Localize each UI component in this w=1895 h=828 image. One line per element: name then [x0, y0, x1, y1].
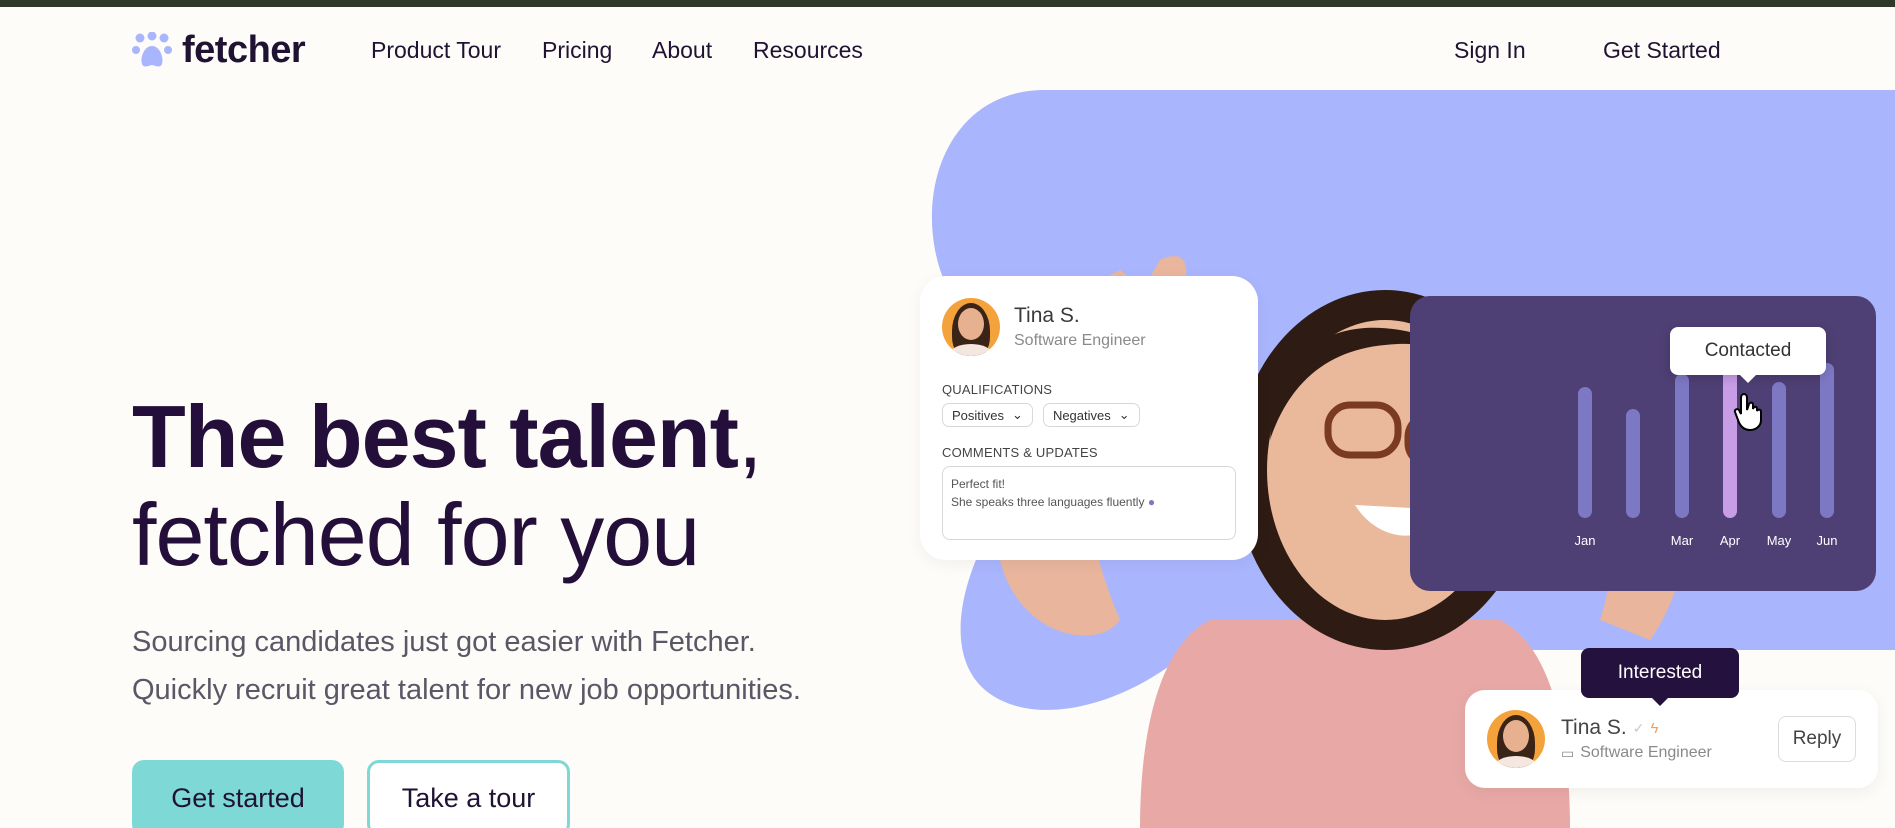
top-accent-bar	[0, 0, 1895, 7]
comments-label: COMMENTS & UPDATES	[942, 445, 1098, 460]
positives-label: Positives	[952, 407, 1005, 423]
candidate-profile-card: Tina S. Software Engineer QUALIFICATIONS…	[920, 276, 1258, 560]
get-started-button[interactable]: Get started	[132, 760, 344, 828]
candidate-avatar	[1487, 710, 1545, 768]
hero-title-light: fetched for you	[132, 485, 700, 584]
chart-label-jun: Jun	[1816, 533, 1838, 548]
chart-label-jan: Jan	[1574, 533, 1596, 548]
qualifications-label: QUALIFICATIONS	[942, 382, 1053, 397]
paw-logo-icon	[132, 31, 172, 67]
nav-about[interactable]: About	[652, 37, 712, 64]
nav-product-tour[interactable]: Product Tour	[371, 37, 501, 64]
contacted-tooltip: Contacted	[1670, 327, 1826, 383]
lightning-icon: ϟ	[1650, 719, 1659, 737]
hero-title-bold: The best talent	[132, 387, 739, 486]
folder-icon: ▭	[1561, 744, 1575, 761]
chart-label-may: May	[1766, 533, 1792, 548]
candidate-name: Tina S.	[1014, 304, 1080, 327]
chart-bar-apr	[1723, 366, 1737, 518]
chart-bar-may	[1772, 382, 1786, 518]
hero-title: The best talent, fetched for you	[132, 387, 762, 584]
message-candidate-name: Tina S.	[1561, 716, 1627, 739]
candidate-avatar	[942, 298, 1000, 356]
take-a-tour-button[interactable]: Take a tour	[367, 760, 570, 828]
chevron-down-icon: ⌄	[1118, 407, 1130, 422]
hand-pointer-icon	[1733, 392, 1762, 432]
chat-bubble-icon: ●	[1147, 495, 1156, 509]
candidate-message-card: Tina S. ✓ ϟ ▭ Software Engineer Reply	[1465, 690, 1878, 788]
nav-resources[interactable]: Resources	[753, 37, 863, 64]
positives-dropdown[interactable]: Positives ⌄	[942, 403, 1033, 427]
hero-subtitle: Sourcing candidates just got easier with…	[132, 618, 801, 714]
nav-pricing[interactable]: Pricing	[542, 37, 612, 64]
chart-bar-jun	[1820, 363, 1834, 518]
candidate-role: Software Engineer	[1014, 332, 1146, 349]
message-candidate-role: Software Engineer	[1580, 744, 1712, 761]
interested-tooltip: Interested	[1581, 648, 1739, 706]
chart-bar-feb	[1626, 409, 1640, 518]
chart-label-mar: Mar	[1670, 533, 1694, 548]
negatives-dropdown[interactable]: Negatives ⌄	[1042, 403, 1140, 427]
logo[interactable]: fetcher	[132, 29, 306, 72]
site-header: fetcher Product Tour Pricing About Resou…	[0, 7, 1895, 93]
hero-title-comma: ,	[737, 387, 762, 486]
comment-box[interactable]: Perfect fit! She speaks three languages …	[942, 466, 1236, 540]
chart-label-apr: Apr	[1719, 533, 1741, 548]
hero-subtitle-line: Quickly recruit great talent for new job…	[132, 674, 801, 706]
brand-name: fetcher	[182, 29, 306, 71]
comment-line: She speaks three languages fluently	[951, 495, 1145, 509]
hero-subtitle-line: Sourcing candidates just got easier with…	[132, 626, 756, 658]
negatives-label: Negatives	[1052, 407, 1111, 423]
sign-in-link[interactable]: Sign In	[1454, 37, 1526, 64]
comment-line: Perfect fit!	[951, 477, 1006, 491]
chart-bar-jan	[1578, 387, 1592, 518]
chevron-down-icon: ⌄	[1012, 407, 1023, 422]
get-started-link[interactable]: Get Started	[1603, 37, 1721, 64]
check-icon: ✓	[1632, 719, 1645, 736]
reply-button[interactable]: Reply	[1778, 716, 1856, 762]
chart-bar-mar	[1675, 374, 1689, 518]
